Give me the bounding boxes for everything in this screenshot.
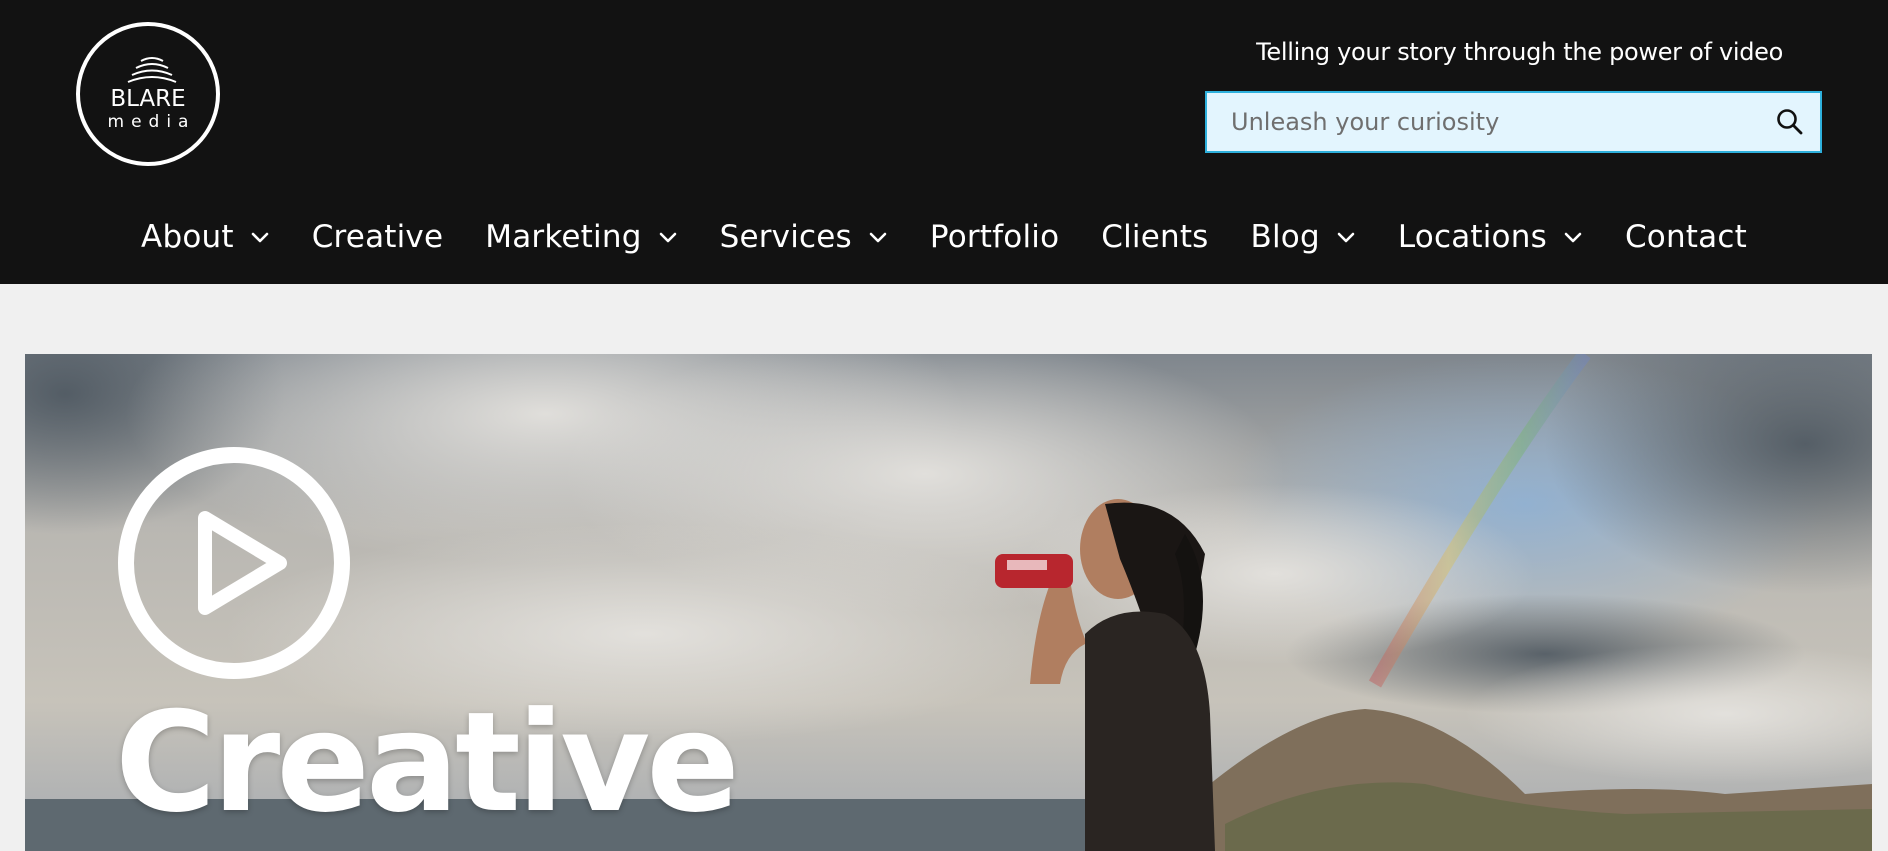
hero-title: Creative — [115, 682, 740, 843]
nav-item-label: Creative — [311, 219, 444, 255]
nav-item-marketing[interactable]: Marketing — [464, 205, 698, 269]
logo-text-media: media — [107, 112, 196, 132]
site-header: BLARE media Telling your story through t… — [0, 0, 1888, 284]
signal-waves-icon — [127, 57, 177, 83]
nav-item-label: Services — [719, 219, 852, 255]
nav-item-label: Portfolio — [929, 219, 1060, 255]
chevron-down-icon — [869, 232, 887, 243]
nav-item-about[interactable]: About — [120, 205, 291, 269]
nav-item-label: About — [141, 219, 234, 255]
nav-item-label: Clients — [1101, 219, 1209, 255]
blare-media-logo[interactable]: BLARE media — [76, 22, 220, 166]
search-icon[interactable] — [1774, 106, 1806, 138]
nav-item-contact[interactable]: Contact — [1604, 205, 1768, 269]
search-box — [1205, 91, 1822, 153]
search-input[interactable] — [1207, 93, 1747, 151]
nav-item-label: Locations — [1397, 219, 1547, 255]
nav-item-creative[interactable]: Creative — [291, 205, 465, 269]
nav-item-locations[interactable]: Locations — [1377, 205, 1604, 269]
nav-item-label: Marketing — [485, 219, 642, 255]
chevron-down-icon — [251, 232, 268, 243]
play-circle-icon[interactable] — [117, 446, 351, 680]
nav-item-label: Blog — [1250, 219, 1320, 255]
nav-item-clients[interactable]: Clients — [1080, 205, 1229, 269]
hero-banner: Creative — [25, 354, 1872, 851]
nav-item-blog[interactable]: Blog — [1230, 205, 1377, 269]
nav-item-services[interactable]: Services — [699, 205, 909, 269]
header-tagline: Telling your story through the power of … — [1256, 38, 1783, 66]
chevron-down-icon — [659, 232, 676, 243]
logo-text-blare: BLARE — [110, 86, 186, 112]
chevron-down-icon — [1564, 232, 1582, 243]
nav-item-label: Contact — [1624, 219, 1747, 255]
chevron-down-icon — [1337, 232, 1355, 243]
main-navigation: About Creative Marketing Services Portfo… — [0, 205, 1888, 275]
nav-item-portfolio[interactable]: Portfolio — [909, 205, 1080, 269]
